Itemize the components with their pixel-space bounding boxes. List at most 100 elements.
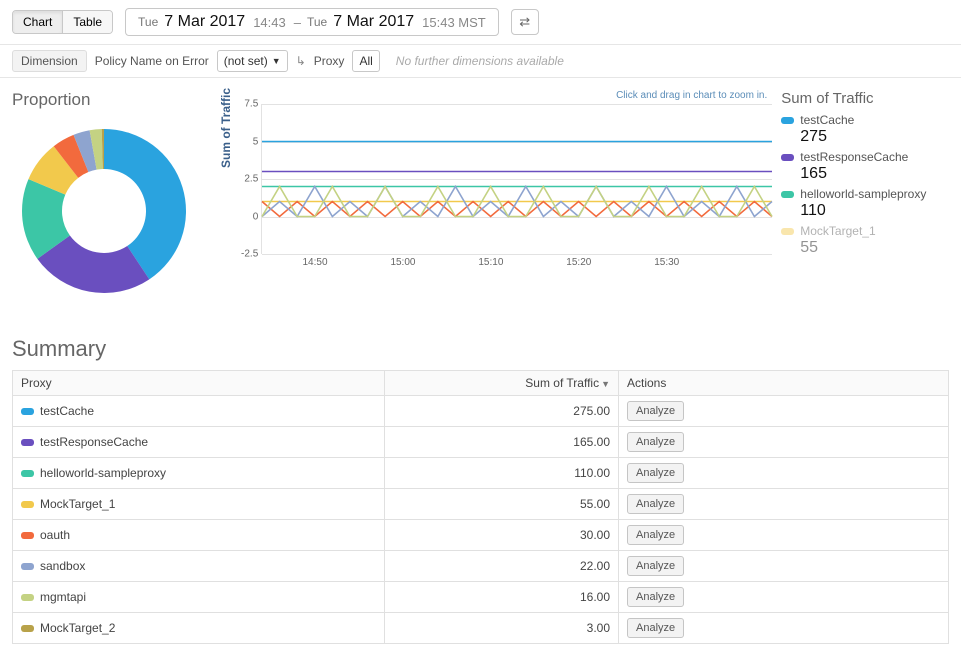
table-row: testResponseCache 165.00 Analyze <box>13 427 949 458</box>
legend-panel: Sum of Traffic testCache275 testResponseC… <box>781 90 949 306</box>
legend-value: 275 <box>800 128 949 146</box>
timeseries-panel: Click and drag in chart to zoom in. Sum … <box>223 90 771 306</box>
summary-section: Summary Proxy Sum of Traffic▼ Actions te… <box>0 306 961 656</box>
legend-title: Sum of Traffic <box>781 90 949 107</box>
legend-value: 55 <box>800 239 949 257</box>
analyze-button[interactable]: Analyze <box>627 525 684 545</box>
swatch-icon <box>21 563 34 570</box>
col-actions-header: Actions <box>619 371 949 396</box>
analyze-button[interactable]: Analyze <box>627 587 684 607</box>
dimension-badge: Dimension <box>12 50 87 72</box>
analyze-button[interactable]: Analyze <box>627 618 684 638</box>
legend-name: testResponseCache <box>800 150 908 164</box>
y-tick: 0 <box>253 211 263 222</box>
sum-cell: 165.00 <box>385 427 619 458</box>
legend-item[interactable]: helloworld-sampleproxy <box>781 187 949 201</box>
range-sep: – <box>294 15 301 30</box>
to-date: 7 Mar 2017 <box>333 13 414 31</box>
sum-cell: 30.00 <box>385 520 619 551</box>
x-tick: 15:20 <box>566 254 591 268</box>
to-time: 15:43 MST <box>422 15 486 30</box>
swatch-icon <box>21 532 34 539</box>
swatch-icon <box>21 501 34 508</box>
col-sum-header[interactable]: Sum of Traffic▼ <box>385 371 619 396</box>
to-dow: Tue <box>307 15 327 29</box>
from-time: 14:43 <box>253 15 286 30</box>
x-tick: 15:10 <box>478 254 503 268</box>
proxy-name: mgmtapi <box>40 590 86 604</box>
proxy-name: MockTarget_2 <box>40 621 115 635</box>
swatch-icon <box>21 439 34 446</box>
analyze-button[interactable]: Analyze <box>627 432 684 452</box>
series-line[interactable] <box>262 202 772 217</box>
refresh-button[interactable]: ⇄ <box>511 9 539 35</box>
proxy-name: oauth <box>40 528 70 542</box>
proxy-name: MockTarget_1 <box>40 497 115 511</box>
sum-cell: 3.00 <box>385 613 619 644</box>
drill-arrow-icon: ↳ <box>296 54 306 68</box>
legend-item[interactable]: testResponseCache <box>781 150 949 164</box>
refresh-icon: ⇄ <box>519 14 530 30</box>
x-tick: 15:00 <box>390 254 415 268</box>
table-row: mgmtapi 16.00 Analyze <box>13 582 949 613</box>
swatch-icon <box>781 154 794 161</box>
table-row: sandbox22.00Analyze <box>13 551 949 582</box>
drill-all-value: All <box>359 54 372 68</box>
proxy-cell: MockTarget_1 <box>13 489 385 520</box>
proxy-cell: sandbox <box>13 551 385 582</box>
view-chart-button[interactable]: Chart <box>13 11 62 33</box>
swatch-icon <box>21 408 34 415</box>
table-row: helloworld-sampleproxy110.00 Analyze <box>13 458 949 489</box>
sum-cell: 110.00 <box>385 458 619 489</box>
dimension-value-select[interactable]: (not set) ▼ <box>217 50 288 72</box>
proxy-cell: oauth <box>13 520 385 551</box>
col-proxy-header[interactable]: Proxy <box>13 371 385 396</box>
sum-cell: 16.00 <box>385 582 619 613</box>
gridline <box>262 254 772 255</box>
analyze-button[interactable]: Analyze <box>627 494 684 514</box>
actions-cell: Analyze <box>619 520 949 551</box>
swatch-icon <box>21 625 34 632</box>
sum-cell: 55.00 <box>385 489 619 520</box>
actions-cell: Analyze <box>619 613 949 644</box>
chart-zoom-hint: Click and drag in chart to zoom in. <box>616 90 767 101</box>
legend-value: 110 <box>800 202 949 220</box>
col-sum-label: Sum of Traffic <box>525 376 599 390</box>
from-date: 7 Mar 2017 <box>164 13 245 31</box>
y-tick: 5 <box>253 136 263 147</box>
no-further-dimensions: No further dimensions available <box>396 54 564 68</box>
actions-cell: Analyze <box>619 427 949 458</box>
proxy-cell: mgmtapi <box>13 582 385 613</box>
proxy-name: testResponseCache <box>40 435 148 449</box>
timeseries-chart[interactable]: -2.502.557.514:5015:0015:1015:2015:30 <box>261 104 771 254</box>
timerange-picker[interactable]: Tue 7 Mar 2017 14:43 – Tue 7 Mar 2017 15… <box>125 8 499 36</box>
table-row: oauth 30.00 Analyze <box>13 520 949 551</box>
analyze-button[interactable]: Analyze <box>627 556 684 576</box>
chevron-down-icon: ▼ <box>272 56 281 66</box>
swatch-icon <box>781 191 794 198</box>
legend-name: helloworld-sampleproxy <box>800 187 926 201</box>
legend-item[interactable]: MockTarget_1 <box>781 224 949 238</box>
table-row: testCache275.00 Analyze <box>13 396 949 427</box>
dimension-field: Policy Name on Error <box>95 54 209 68</box>
proxy-cell: MockTarget_2 <box>13 613 385 644</box>
analyze-button[interactable]: Analyze <box>627 463 684 483</box>
swatch-icon <box>21 594 34 601</box>
actions-cell: Analyze <box>619 458 949 489</box>
y-tick: 2.5 <box>244 174 262 185</box>
analyze-button[interactable]: Analyze <box>627 401 684 421</box>
y-axis-label: Sum of Traffic <box>219 88 233 168</box>
actions-cell: Analyze <box>619 396 949 427</box>
proxy-cell: testCache <box>13 396 385 427</box>
view-table-button[interactable]: Table <box>62 11 112 33</box>
legend-item[interactable]: testCache <box>781 113 949 127</box>
sum-cell: 275.00 <box>385 396 619 427</box>
y-tick: -2.5 <box>241 249 262 260</box>
drill-all-select[interactable]: All <box>352 50 379 72</box>
proportion-donut-chart[interactable] <box>12 116 197 301</box>
actions-cell: Analyze <box>619 551 949 582</box>
proxy-cell: helloworld-sampleproxy <box>13 458 385 489</box>
swatch-icon <box>21 470 34 477</box>
drill-proxy-label[interactable]: Proxy <box>314 54 345 68</box>
proportion-panel: Proportion <box>12 90 213 306</box>
